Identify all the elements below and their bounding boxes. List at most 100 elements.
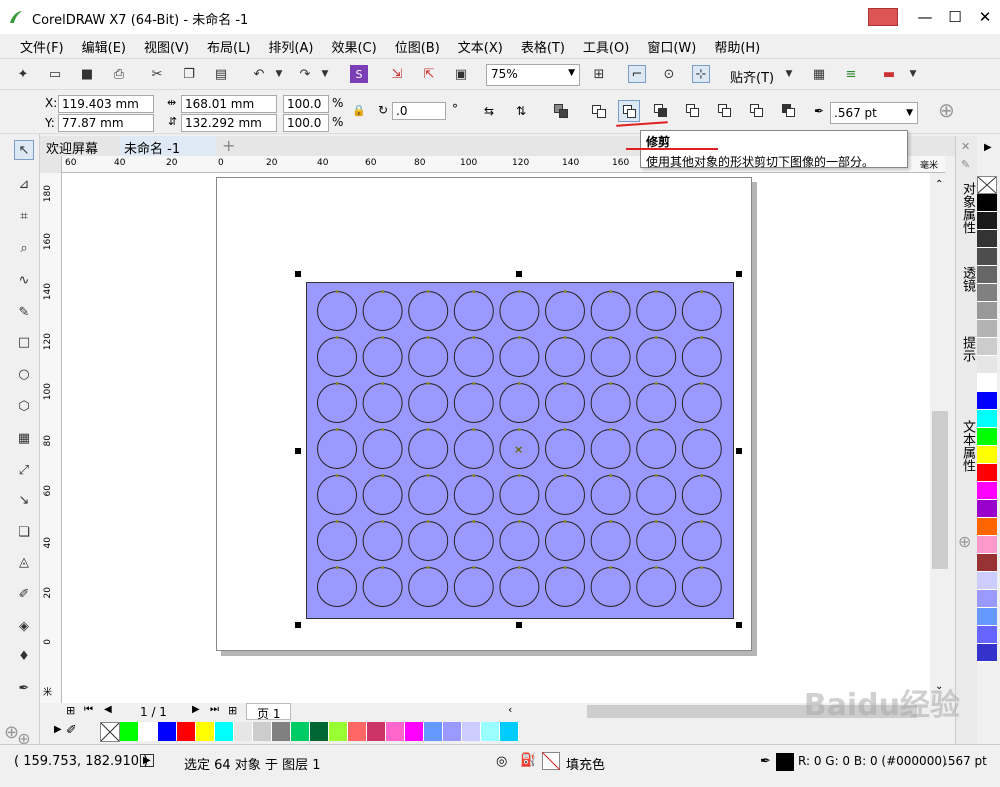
menu-view[interactable]: 视图(V): [136, 37, 199, 56]
welcome-screen-icon[interactable]: ▦: [810, 65, 828, 83]
menu-edit[interactable]: 编辑(E): [74, 37, 136, 56]
circle-object[interactable]: [499, 567, 540, 607]
dimension-tool-icon[interactable]: ⤢: [14, 460, 34, 480]
circle-object[interactable]: [499, 521, 540, 561]
color-swatch[interactable]: [977, 626, 997, 644]
circle-object[interactable]: [317, 567, 357, 607]
circle-object[interactable]: [545, 383, 585, 423]
circle-object[interactable]: [681, 567, 722, 607]
artistic-media-icon[interactable]: ✎: [14, 302, 34, 322]
selection-handle[interactable]: [516, 271, 522, 277]
group-icon[interactable]: [550, 100, 572, 122]
transparency-icon[interactable]: ◬: [14, 552, 34, 572]
circle-object[interactable]: [499, 475, 540, 515]
circle-object[interactable]: [636, 521, 677, 561]
lock-ratio-icon[interactable]: 🔒: [352, 104, 366, 117]
close-button[interactable]: ✕: [970, 8, 1000, 26]
color-swatch[interactable]: [977, 518, 997, 536]
menu-arrange[interactable]: 排列(A): [260, 37, 323, 56]
selection-handle[interactable]: [516, 622, 522, 628]
account-icon[interactable]: [868, 8, 898, 26]
y-position-field[interactable]: 77.87 mm: [58, 114, 154, 132]
circle-object[interactable]: [453, 291, 494, 331]
circle-object[interactable]: [545, 475, 585, 515]
menu-help[interactable]: 帮助(H): [706, 37, 770, 56]
color-swatch[interactable]: [367, 722, 386, 741]
connector-tool-icon[interactable]: ↘: [14, 490, 34, 510]
add-docker-icon[interactable]: ⊕: [958, 532, 971, 551]
redo-icon[interactable]: ↷: [296, 65, 314, 83]
circle-object[interactable]: [317, 429, 357, 469]
snap-to-button[interactable]: 贴齐(T): [730, 67, 774, 86]
x-position-field[interactable]: 119.403 mm: [58, 95, 154, 113]
weld-icon[interactable]: [588, 100, 610, 122]
add-page-icon[interactable]: ⊞: [66, 704, 75, 717]
menu-layout[interactable]: 布局(L): [199, 37, 260, 56]
circle-object[interactable]: [636, 291, 677, 331]
undo-dropdown-icon[interactable]: ▼: [270, 65, 288, 83]
color-swatch[interactable]: [481, 722, 500, 741]
circle-object[interactable]: [317, 475, 357, 515]
snap-dropdown-icon[interactable]: ▼: [780, 65, 798, 83]
circle-object[interactable]: [499, 337, 540, 377]
tab-document[interactable]: 未命名 -1: [120, 136, 216, 157]
eyedropper-palette-icon[interactable]: ✐: [66, 723, 77, 738]
ellipse-tool-icon[interactable]: ○: [14, 364, 34, 384]
color-swatch[interactable]: [158, 722, 177, 741]
circle-object[interactable]: [636, 429, 677, 469]
cut-icon[interactable]: ✂: [148, 65, 166, 83]
circle-object[interactable]: [590, 429, 631, 469]
circle-object[interactable]: [453, 475, 494, 515]
circle-object[interactable]: [362, 521, 403, 561]
zoom-tool-icon[interactable]: ⌕: [14, 238, 34, 258]
docker-text-properties[interactable]: 文本属性: [957, 420, 977, 472]
mirror-horizontal-icon[interactable]: ⇆: [478, 100, 500, 122]
circle-object[interactable]: [590, 383, 631, 423]
menu-effects[interactable]: 效果(C): [323, 37, 386, 56]
circle-object[interactable]: [453, 383, 494, 423]
circle-object[interactable]: [453, 567, 494, 607]
color-swatch[interactable]: [977, 644, 997, 662]
page-tab-1[interactable]: 页 1: [246, 703, 292, 721]
selection-handle[interactable]: [295, 622, 301, 628]
redo-dropdown-icon[interactable]: ▼: [316, 65, 334, 83]
color-swatch[interactable]: [977, 446, 997, 464]
circle-object[interactable]: [681, 475, 722, 515]
color-swatch[interactable]: [215, 722, 234, 741]
circle-object[interactable]: [681, 291, 722, 331]
docker-object-properties[interactable]: 对象属性: [957, 182, 977, 234]
circle-object[interactable]: [362, 429, 403, 469]
scale-y-field[interactable]: 100.0: [283, 114, 329, 132]
polygon-tool-icon[interactable]: ⬡: [14, 396, 34, 416]
pin-docker-icon[interactable]: ✎: [961, 158, 970, 171]
save-icon[interactable]: ■: [78, 65, 96, 83]
menu-file[interactable]: 文件(F): [12, 37, 74, 56]
circle-object[interactable]: [545, 429, 585, 469]
color-swatch[interactable]: [977, 230, 997, 248]
menu-text[interactable]: 文本(X): [450, 37, 513, 56]
circle-object[interactable]: [545, 337, 585, 377]
color-swatch[interactable]: [120, 722, 139, 741]
circle-object[interactable]: [362, 475, 403, 515]
color-swatch[interactable]: [977, 302, 997, 320]
show-grid-icon[interactable]: ⊙: [660, 65, 678, 83]
palette-menu-icon[interactable]: ▶: [54, 724, 62, 735]
circle-object[interactable]: [590, 567, 631, 607]
circle-object[interactable]: [499, 291, 540, 331]
color-swatch[interactable]: [310, 722, 329, 741]
circle-object[interactable]: [408, 429, 449, 469]
pick-tool-icon[interactable]: ↖: [14, 140, 34, 160]
guidelines-icon[interactable]: ⊹: [692, 65, 710, 83]
circle-object[interactable]: [590, 337, 631, 377]
selection-handle[interactable]: [736, 448, 742, 454]
color-swatch[interactable]: [977, 536, 997, 554]
circle-object[interactable]: [408, 337, 449, 377]
color-swatch[interactable]: [386, 722, 405, 741]
color-swatch[interactable]: [977, 500, 997, 518]
color-swatch[interactable]: [500, 722, 519, 741]
publish-pdf-icon[interactable]: ▣: [452, 65, 470, 83]
text-tool-icon[interactable]: ▦: [14, 428, 34, 448]
circle-object[interactable]: [590, 291, 631, 331]
import-icon[interactable]: ⇲: [388, 65, 406, 83]
ruler-origin[interactable]: [40, 156, 62, 173]
